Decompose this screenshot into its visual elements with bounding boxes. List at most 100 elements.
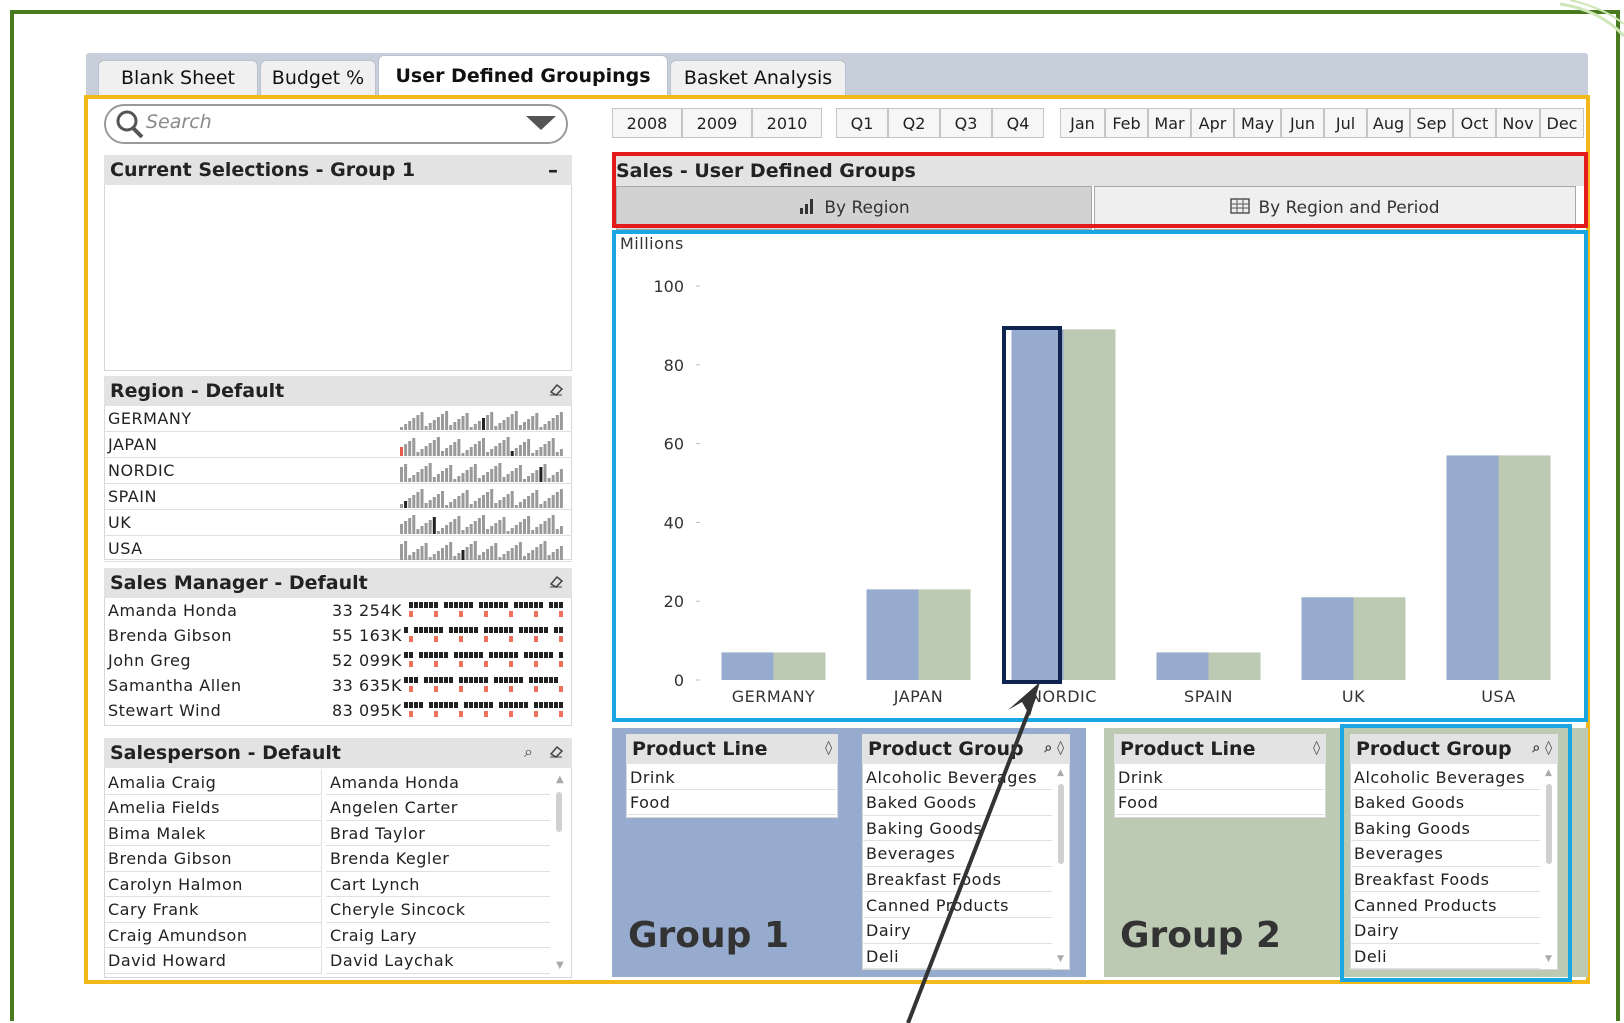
sales-manager-name: Stewart Wind (108, 701, 222, 720)
salesperson-item[interactable]: Craig Amundson (104, 923, 322, 948)
month-filter-jan[interactable]: Jan (1060, 108, 1105, 138)
region-sparkline (400, 463, 563, 482)
salesperson-name: Amelia Fields (108, 798, 220, 817)
eraser-icon[interactable]: ◊ (825, 740, 832, 756)
product-line-label: Food (630, 792, 671, 812)
sales-manager-name: John Greg (108, 651, 191, 670)
eraser-icon[interactable] (548, 744, 564, 760)
product-line-label: Food (1118, 792, 1159, 812)
collapse-button[interactable]: – (548, 158, 558, 182)
salesperson-item[interactable]: Cary Frank (104, 897, 322, 923)
salesperson-name: Angelen Carter (330, 798, 458, 817)
month-filter-jul[interactable]: Jul (1324, 108, 1367, 138)
scroll-up-icon[interactable]: ▲ (1057, 768, 1064, 778)
sales-manager-item[interactable]: John Greg 52 099K (104, 648, 572, 673)
salesperson-item[interactable]: Carolyn Halmon (104, 872, 322, 897)
month-filter-feb[interactable]: Feb (1105, 108, 1148, 138)
region-title-label: Region - Default (110, 380, 285, 402)
region-list-item[interactable]: USA (104, 536, 572, 562)
salesperson-item[interactable]: Amalia Craig (104, 770, 322, 795)
month-filter-may[interactable]: May (1234, 108, 1281, 138)
tab-basket-analysis[interactable]: Basket Analysis (670, 60, 846, 95)
group2-label: Group 2 (1120, 915, 1282, 956)
month-filter-jun[interactable]: Jun (1281, 108, 1324, 138)
salesperson-name: Brad Taylor (330, 823, 426, 843)
tab-user-defined-groupings[interactable]: User Defined Groupings (378, 55, 668, 95)
salesperson-item[interactable]: David Laychak (326, 949, 550, 974)
sales-manager-name: Samantha Allen (108, 676, 242, 695)
month-filter-mar[interactable]: Mar (1148, 108, 1191, 138)
region-list-item[interactable]: UK (104, 510, 572, 536)
salesperson-item[interactable]: Cart Lynch (326, 872, 550, 897)
sales-manager-item[interactable]: Brenda Gibson 55 163K (104, 623, 572, 648)
tab-blank-sheet[interactable]: Blank Sheet (98, 60, 258, 95)
salesperson-name: Craig Amundson (108, 925, 248, 945)
product-line-item[interactable]: Drink (1114, 765, 1326, 790)
quarter-filter-q2[interactable]: Q2 (888, 108, 940, 138)
quarter-filter-q4[interactable]: Q4 (992, 108, 1044, 138)
product-line-item[interactable]: Food (1114, 790, 1326, 815)
salesperson-name: Amanda Honda (330, 772, 460, 792)
sales-manager-item[interactable]: Samantha Allen 33 635K (104, 673, 572, 698)
sales-manager-value: 55 163K (332, 626, 402, 645)
region-list-item[interactable]: SPAIN (104, 484, 572, 510)
salesperson-item[interactable]: Amanda Honda (326, 770, 550, 795)
eraser-icon[interactable]: ◊ (1313, 740, 1320, 756)
salesperson-name: Amalia Craig (108, 772, 217, 792)
sales-manager-sparkline (404, 702, 563, 717)
sales-manager-item[interactable]: Stewart Wind 83 095K (104, 698, 572, 723)
group2-product-line-title: Product Line ◊ (1114, 734, 1326, 764)
chevron-down-icon[interactable] (526, 116, 556, 130)
tab-budget[interactable]: Budget % (260, 60, 376, 95)
product-line-title-label: Product Line (632, 738, 768, 760)
quarter-filter-q3[interactable]: Q3 (940, 108, 992, 138)
region-list-item[interactable]: GERMANY (104, 406, 572, 432)
sales-manager-sparkline (404, 677, 563, 692)
salesperson-name: Craig Lary (330, 925, 418, 945)
salesperson-item[interactable]: Craig Lary (326, 923, 550, 948)
current-selections-title: Current Selections - Group 1 (104, 155, 572, 185)
salesperson-name: Brenda Gibson (108, 849, 232, 868)
sales-manager-sparkline (404, 652, 563, 667)
eraser-icon[interactable] (548, 382, 564, 398)
region-sparkline (400, 437, 563, 456)
product-group-label: Deli (866, 946, 900, 966)
region-item-label: SPAIN (108, 487, 157, 506)
region-title: Region - Default (104, 376, 572, 406)
region-list-item[interactable]: JAPAN (104, 432, 572, 458)
product-group-scrollbar[interactable]: ▲ ▼ (1056, 768, 1066, 966)
month-filter-aug[interactable]: Aug (1367, 108, 1410, 138)
salesperson-scrollbar[interactable]: ▲ ▼ (554, 774, 564, 974)
salesperson-item[interactable]: Angelen Carter (326, 796, 550, 821)
region-list-item[interactable]: NORDIC (104, 458, 572, 484)
month-filter-apr[interactable]: Apr (1191, 108, 1234, 138)
salesperson-item[interactable]: Amelia Fields (104, 795, 322, 821)
sales-manager-value: 33 254K (332, 601, 402, 620)
salesperson-item[interactable]: Bima Malek (104, 821, 322, 846)
year-filter-2008[interactable]: 2008 (612, 108, 682, 138)
eraser-icon[interactable] (548, 574, 564, 590)
salesperson-item[interactable]: Cheryle Sincock (326, 898, 550, 923)
scroll-thumb[interactable] (1058, 784, 1064, 864)
highlight-blue-product-group-frame (1340, 724, 1572, 982)
quarter-filter-q1[interactable]: Q1 (836, 108, 888, 138)
year-filter-2009[interactable]: 2009 (682, 108, 752, 138)
year-filter-2010[interactable]: 2010 (752, 108, 822, 138)
month-filter-dec[interactable]: Dec (1540, 108, 1584, 138)
salesperson-name: David Howard (108, 951, 227, 970)
region-item-label: JAPAN (108, 435, 158, 454)
month-filter-oct[interactable]: Oct (1453, 108, 1496, 138)
month-filter-nov[interactable]: Nov (1496, 108, 1540, 138)
sales-manager-item[interactable]: Amanda Honda 33 254K (104, 598, 572, 623)
product-line-item[interactable]: Drink (626, 765, 838, 790)
product-line-label: Drink (1118, 767, 1164, 787)
salesperson-item[interactable]: Brad Taylor (326, 821, 550, 846)
sales-manager-title: Sales Manager - Default (104, 568, 572, 598)
product-line-item[interactable]: Food (626, 790, 838, 815)
scroll-down-icon[interactable]: ▼ (1057, 954, 1064, 964)
search-icon[interactable]: ⌕ (524, 742, 533, 762)
salesperson-item[interactable]: Brenda Gibson (104, 846, 322, 872)
salesperson-item[interactable]: David Howard (104, 948, 322, 974)
salesperson-item[interactable]: Brenda Kegler (326, 847, 550, 872)
month-filter-sep[interactable]: Sep (1410, 108, 1453, 138)
